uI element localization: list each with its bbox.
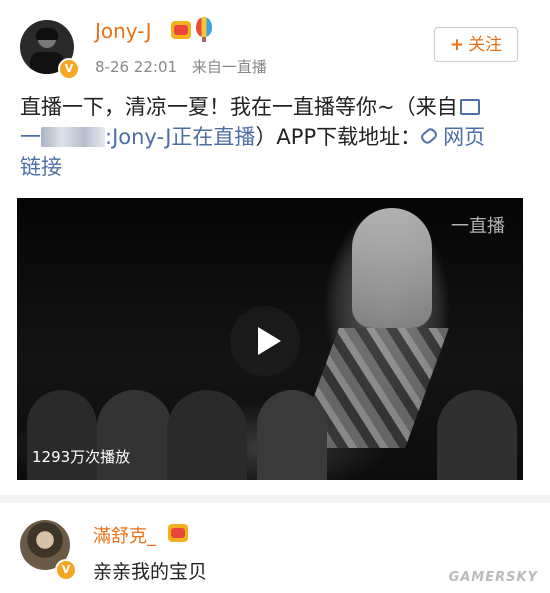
post-text-line-2: 一 :Jony-J正在直播）APP下载地址： 网页	[20, 122, 525, 152]
post-text-line-1: 直播一下，清凉一夏！我在一直播等你~（来自	[20, 92, 525, 122]
verified-badge-icon: V	[55, 559, 77, 581]
play-button-icon[interactable]	[230, 306, 300, 376]
web-link-continued[interactable]: 链接	[20, 152, 525, 182]
post-text-segment: 直播一下，清凉一夏！我在一直播等你~（来自	[20, 95, 458, 119]
weibo-post: V Jony-J 8-26 22:01 来自一直播 + 关注 直播一下，清凉一夏！…	[0, 0, 550, 495]
follow-button[interactable]: + 关注	[434, 27, 518, 62]
crowd-figure	[257, 390, 327, 480]
crowd-figure	[437, 390, 517, 480]
video-watermark: 一直播	[451, 216, 505, 237]
site-watermark: GAMERSKY	[448, 570, 538, 585]
comment-text: 亲亲我的宝贝	[93, 561, 208, 583]
live-link[interactable]: :Jony-J正在直播	[105, 125, 255, 149]
video-player[interactable]: 一直播 1293万次播放	[17, 198, 523, 480]
web-link[interactable]: 网页	[419, 125, 486, 149]
balloon-icon	[196, 17, 212, 42]
verified-badge-icon: V	[58, 58, 80, 80]
vip-crown-icon	[171, 21, 191, 39]
blurred-name-prefix: 一	[20, 125, 41, 149]
vip-crown-icon	[168, 524, 188, 542]
follow-label: 关注	[468, 35, 503, 55]
post-text-segment: ）APP下载地址：	[255, 125, 422, 149]
avatar-cap	[36, 28, 58, 40]
performer-figure	[352, 208, 432, 328]
post-meta: 8-26 22:01 来自一直播	[95, 56, 267, 77]
camera-icon	[459, 99, 480, 115]
section-divider	[0, 495, 550, 503]
post-time: 8-26 22:01	[95, 58, 178, 76]
post-username[interactable]: Jony-J	[95, 19, 152, 43]
blurred-name	[41, 127, 105, 147]
web-link-label: 网页	[443, 125, 486, 149]
crowd-figure	[167, 390, 247, 480]
comment-username[interactable]: 滿舒克_	[93, 522, 156, 548]
post-text: 直播一下，清凉一夏！我在一直播等你~（来自 一 :Jony-J正在直播）APP下载…	[20, 92, 525, 182]
post-source[interactable]: 来自一直播	[192, 58, 267, 76]
play-count: 1293万次播放	[32, 448, 131, 466]
plus-icon: +	[449, 35, 465, 55]
link-chain-icon	[419, 126, 440, 146]
